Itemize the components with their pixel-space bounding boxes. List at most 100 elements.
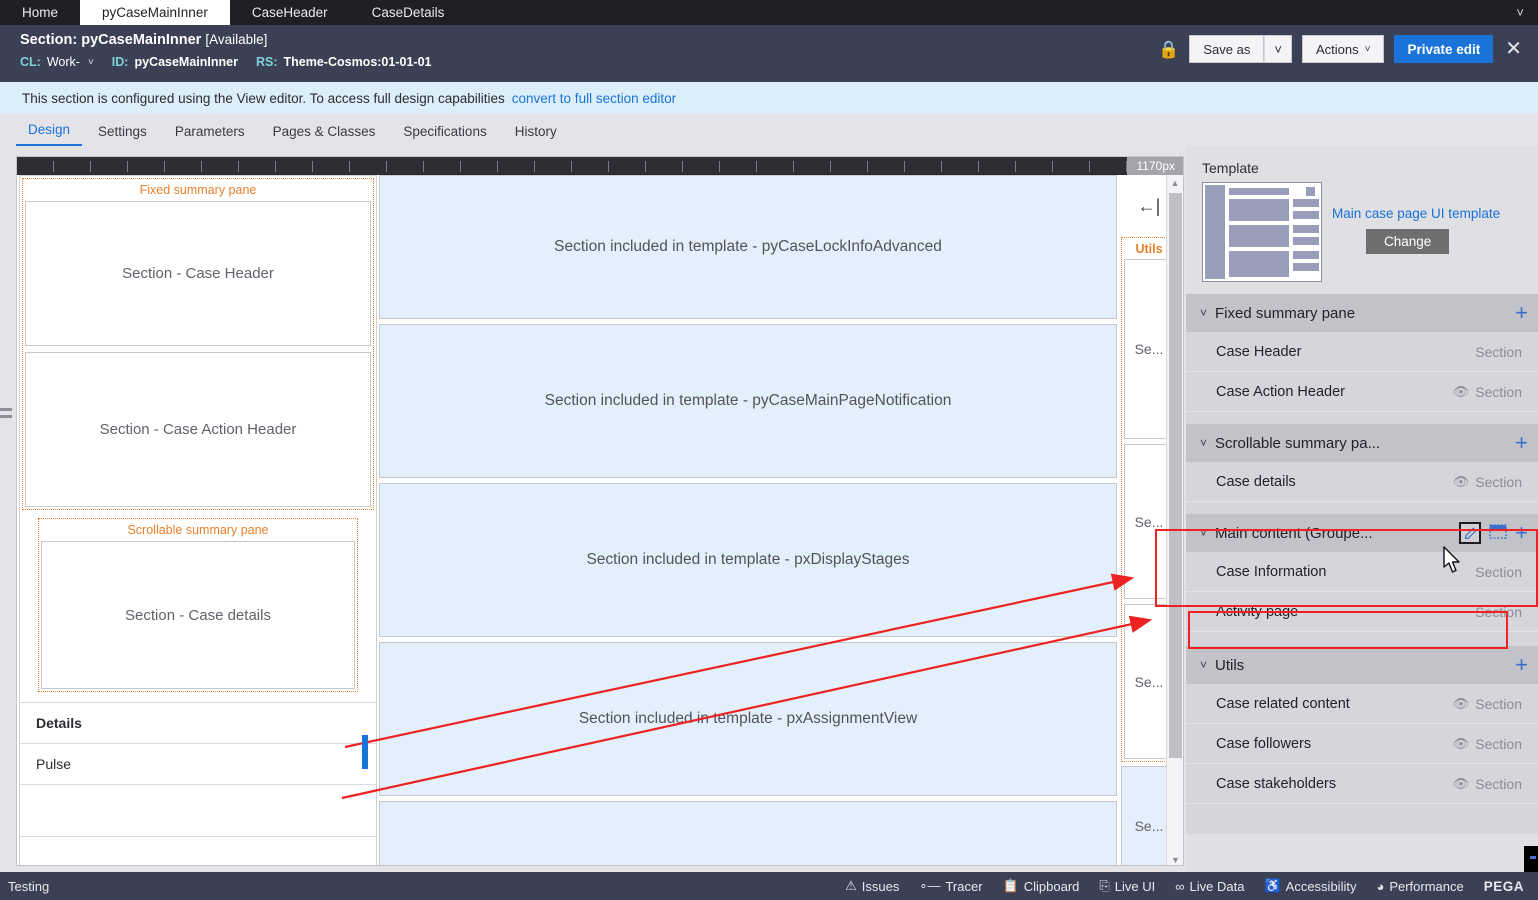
list-item-activity-page[interactable]: Activity page Section bbox=[1186, 592, 1538, 632]
canvas-section-case-action-header[interactable]: Section - Case Action Header bbox=[25, 352, 371, 507]
group-header-utils[interactable]: ˅ Utils + bbox=[1186, 646, 1538, 684]
tab-settings[interactable]: Settings bbox=[86, 120, 159, 146]
left-panel-drag-handle[interactable] bbox=[0, 408, 12, 432]
status-item-performance[interactable]: ◕ Performance bbox=[1376, 879, 1463, 894]
tab-design[interactable]: Design bbox=[16, 118, 83, 146]
visibility-eye-icon[interactable]: 👁 bbox=[1453, 776, 1470, 792]
canvas-section-case-header[interactable]: Section - Case Header bbox=[25, 201, 371, 346]
status-item-accessibility[interactable]: ♿ Accessibility bbox=[1264, 878, 1356, 894]
ruler-tick bbox=[904, 161, 905, 172]
tracer-icon: ∘— bbox=[919, 878, 941, 893]
group-header-scrollable-summary-pane[interactable]: ˅ Scrollable summary pa... + bbox=[1186, 424, 1538, 462]
chevron-down-icon[interactable]: ˅ bbox=[1200, 526, 1207, 540]
scroll-down-arrow-icon[interactable]: ▼ bbox=[1167, 852, 1183, 865]
resize-nub[interactable] bbox=[1524, 846, 1538, 872]
ruler-tick bbox=[793, 161, 794, 172]
actions-button[interactable]: Actions ˅ bbox=[1301, 35, 1385, 63]
ruler-tick bbox=[90, 161, 91, 172]
canvas-included-section-pxdisplaystages[interactable]: Section included in template - pxDisplay… bbox=[379, 483, 1117, 637]
status-item-issues[interactable]: ⚠ Issues bbox=[845, 878, 899, 894]
window-tab-casedetails[interactable]: CaseDetails bbox=[350, 0, 467, 25]
window-tab-home[interactable]: Home bbox=[0, 0, 80, 25]
template-name-link[interactable]: Main case page UI template bbox=[1332, 206, 1500, 221]
list-item-case-related-content[interactable]: Case related content 👁 Section bbox=[1186, 684, 1538, 724]
visibility-eye-icon[interactable]: 👁 bbox=[1453, 736, 1470, 752]
group-header-main-content[interactable]: ˅ Main content (Groupe... + bbox=[1186, 514, 1538, 552]
ruler-tick bbox=[978, 161, 979, 172]
visibility-eye-icon[interactable]: 👁 bbox=[1453, 696, 1470, 712]
ruler-tick bbox=[756, 161, 757, 172]
tab-history[interactable]: History bbox=[503, 120, 569, 146]
list-item-case-details[interactable]: Case details 👁 Section bbox=[1186, 462, 1538, 502]
window-tabs-overflow-chevron-down-icon[interactable]: ˅ bbox=[1516, 0, 1524, 25]
save-as-button[interactable]: Save as bbox=[1189, 35, 1265, 63]
canvas-tab-pulse[interactable]: Pulse bbox=[20, 744, 376, 785]
ruler-tick bbox=[682, 161, 683, 172]
list-item-case-information[interactable]: Case Information Section bbox=[1186, 552, 1538, 592]
container-icon[interactable] bbox=[1489, 523, 1507, 543]
tab-pages-and-classes[interactable]: Pages & Classes bbox=[261, 120, 388, 146]
actions-label: Actions bbox=[1315, 41, 1359, 57]
scrollable-summary-pane-region[interactable]: Scrollable summary pane Section - Case d… bbox=[38, 518, 358, 692]
chevron-down-icon[interactable]: ˅ bbox=[1200, 658, 1207, 672]
convert-to-full-section-editor-link[interactable]: convert to full section editor bbox=[512, 91, 676, 106]
meta-value-cl[interactable]: Work- bbox=[47, 55, 80, 69]
tab-parameters[interactable]: Parameters bbox=[163, 120, 257, 146]
canvas-vertical-scrollbar[interactable]: ▲ ▼ bbox=[1166, 175, 1183, 865]
canvas-util-label: Se... bbox=[1134, 818, 1164, 834]
list-item-case-stakeholders[interactable]: Case stakeholders 👁 Section bbox=[1186, 764, 1538, 804]
pencil-icon[interactable] bbox=[1459, 522, 1482, 544]
list-item-case-followers[interactable]: Case followers 👁 Section bbox=[1186, 724, 1538, 764]
item-kind: Section bbox=[1475, 473, 1522, 490]
canvas-included-section-partial[interactable] bbox=[379, 801, 1117, 865]
template-thumb-bar bbox=[1229, 188, 1289, 195]
window-tab-label: Home bbox=[22, 5, 59, 20]
visibility-eye-icon[interactable]: 👁 bbox=[1453, 474, 1470, 490]
private-edit-button[interactable]: Private edit bbox=[1394, 35, 1494, 63]
scrollbar-thumb[interactable] bbox=[1169, 193, 1182, 758]
ruler-tick bbox=[941, 161, 942, 172]
template-thumb-bar bbox=[1293, 211, 1319, 219]
cl-chevron-down-icon[interactable]: ˅ bbox=[88, 57, 94, 68]
chevron-down-icon[interactable]: ˅ bbox=[1200, 306, 1207, 320]
item-kind: Section bbox=[1475, 735, 1522, 752]
canvas-included-section-pycasemainpagenotification[interactable]: Section included in template - pyCaseMai… bbox=[379, 324, 1117, 478]
add-to-scrollable-summary-pane-button[interactable]: + bbox=[1515, 432, 1528, 454]
close-icon[interactable]: ✕ bbox=[1503, 39, 1524, 59]
scroll-up-arrow-icon[interactable]: ▲ bbox=[1167, 175, 1183, 190]
ruler-tick bbox=[1089, 161, 1090, 172]
tab-specifications[interactable]: Specifications bbox=[391, 120, 498, 146]
status-item-tracer[interactable]: ∘— Tracer bbox=[919, 878, 982, 894]
chevron-down-icon[interactable]: ˅ bbox=[1200, 436, 1207, 450]
change-template-button[interactable]: Change bbox=[1366, 229, 1450, 254]
canvas-included-section-pycaselockinfoadvanced[interactable]: Section included in template - pyCaseLoc… bbox=[379, 175, 1117, 319]
template-thumbnail[interactable] bbox=[1202, 182, 1322, 282]
canvas-left-column: Fixed summary pane Section - Case Header… bbox=[19, 175, 377, 865]
status-item-live-data[interactable]: ∞ Live Data bbox=[1175, 879, 1244, 894]
fixed-summary-pane-region[interactable]: Fixed summary pane Section - Case Header… bbox=[22, 178, 374, 510]
template-thumb-sidebar bbox=[1205, 185, 1225, 279]
save-as-chevron-down-icon[interactable]: ˅ bbox=[1264, 35, 1292, 63]
ruler-tick bbox=[201, 161, 202, 172]
window-tab-pycasemaininner[interactable]: pyCaseMainInner bbox=[80, 0, 230, 25]
status-item-clipboard[interactable]: 📋 Clipboard bbox=[1003, 878, 1080, 894]
status-item-live-ui[interactable]: ⎘ Live UI bbox=[1099, 878, 1155, 894]
visibility-eye-icon[interactable]: 👁 bbox=[1453, 384, 1470, 400]
add-to-main-content-button[interactable]: + bbox=[1515, 522, 1528, 544]
canvas-mid-column: Section included in template - pyCaseLoc… bbox=[379, 175, 1117, 865]
live-data-icon: ∞ bbox=[1175, 878, 1185, 894]
window-tab-caseheader[interactable]: CaseHeader bbox=[230, 0, 350, 25]
group-header-fixed-summary-pane[interactable]: ˅ Fixed summary pane + bbox=[1186, 294, 1538, 332]
list-item-case-header[interactable]: Case Header Section bbox=[1186, 332, 1538, 372]
status-item-label: Live Data bbox=[1189, 878, 1245, 894]
lock-icon[interactable]: 🔒 bbox=[1158, 41, 1179, 58]
canvas-section-case-details[interactable]: Section - Case details bbox=[41, 541, 355, 689]
canvas-included-section-pxassignmentview[interactable]: Section included in template - pxAssignm… bbox=[379, 642, 1117, 796]
add-to-utils-button[interactable]: + bbox=[1515, 654, 1528, 676]
canvas-mini-tabs: Details Pulse bbox=[20, 702, 376, 837]
save-as-button-group: Save as ˅ bbox=[1189, 35, 1292, 63]
meta-label-cl: CL: bbox=[20, 55, 41, 69]
list-item-case-action-header[interactable]: Case Action Header 👁 Section bbox=[1186, 372, 1538, 412]
add-to-fixed-summary-pane-button[interactable]: + bbox=[1515, 302, 1528, 324]
canvas-tab-details[interactable]: Details bbox=[20, 703, 376, 744]
